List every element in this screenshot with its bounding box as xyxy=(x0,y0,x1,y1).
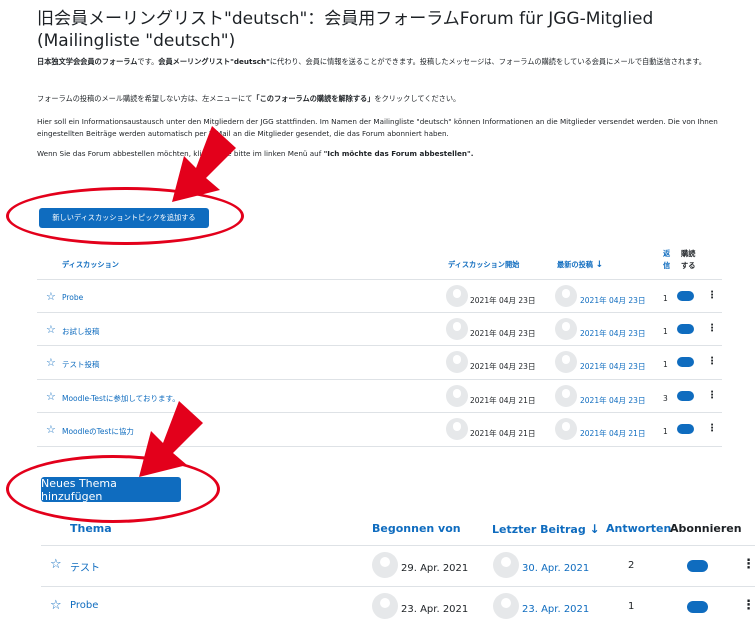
topic-title-link[interactable]: Probe xyxy=(70,600,98,611)
avatar[interactable] xyxy=(555,418,577,440)
reply-count: 1 xyxy=(663,294,668,303)
started-date: 29. Apr. 2021 xyxy=(401,563,469,574)
avatar[interactable] xyxy=(446,351,468,373)
reply-count: 1 xyxy=(663,360,668,369)
col-abonnieren: Abonnieren xyxy=(670,522,742,535)
menu-icon[interactable]: ⋮ xyxy=(742,598,755,613)
latest-post-link[interactable]: 2021年 04月 23日 xyxy=(580,295,645,306)
reply-count: 1 xyxy=(628,601,635,612)
col-latest[interactable]: 最新の投稿 ↓ xyxy=(557,260,603,270)
intro-text: フォーラムの投稿のメール購読を希望しない方は、左メニューにて xyxy=(37,94,253,103)
avatar[interactable] xyxy=(372,552,398,578)
reply-count: 1 xyxy=(663,427,668,436)
latest-post-link[interactable]: 23. Apr. 2021 xyxy=(522,604,589,615)
col-letzter-beitrag[interactable]: Letzter Beitrag ↓ xyxy=(492,522,600,536)
col-subscribe-line2: する xyxy=(681,261,696,270)
red-arrow-icon xyxy=(139,401,203,477)
intro-paragraph-1: 日本独文学会会員のフォーラムです。会員メーリングリスト"deutsch"に代わり… xyxy=(37,56,727,68)
col-begonnen[interactable]: Begonnen von xyxy=(372,522,461,535)
latest-post-link[interactable]: 2021年 04月 23日 xyxy=(580,328,645,339)
started-date: 2021年 04月 21日 xyxy=(470,429,536,438)
latest-post-link[interactable]: 2021年 04月 23日 xyxy=(580,361,645,372)
avatar[interactable] xyxy=(555,385,577,407)
col-replies[interactable]: 返 信 xyxy=(663,248,670,272)
intro-paragraph-4: Wenn Sie das Forum abbestellen möchten, … xyxy=(37,148,727,160)
started-date: 2021年 04月 21日 xyxy=(470,396,536,405)
avatar[interactable] xyxy=(446,418,468,440)
table-row: ☆ テスト 29. Apr. 2021 30. Apr. 2021 2 ⋮ xyxy=(41,545,755,586)
subscribe-toggle[interactable] xyxy=(687,560,708,572)
subscribe-toggle[interactable] xyxy=(677,391,694,401)
intro-paragraph-3: Hier soll ein Informationsaustausch unte… xyxy=(37,117,718,138)
page-title: 旧会員メーリングリスト"deutsch"：会員用フォーラムForum für J… xyxy=(37,9,654,51)
reply-count: 2 xyxy=(628,560,635,571)
menu-icon[interactable]: ⋮ xyxy=(707,290,717,301)
menu-icon[interactable]: ⋮ xyxy=(707,423,717,434)
star-icon[interactable]: ☆ xyxy=(46,390,56,403)
menu-icon[interactable]: ⋮ xyxy=(707,356,717,367)
topic-title-link[interactable]: テスト xyxy=(70,559,100,574)
intro-text: に代わり、会員に情報を送ることができます。投稿したメッセージは、フォーラムの購読… xyxy=(269,57,706,66)
star-icon[interactable]: ☆ xyxy=(46,356,56,369)
col-antworten[interactable]: Antworten xyxy=(606,522,671,535)
intro-text: です。 xyxy=(137,57,159,66)
subscribe-toggle[interactable] xyxy=(677,324,694,334)
reply-count: 1 xyxy=(663,327,668,336)
col-latest-label: 最新の投稿 xyxy=(557,260,593,269)
avatar[interactable] xyxy=(555,318,577,340)
table-row: ☆ テスト投稿 2021年 04月 23日 2021年 04月 23日 1 ⋮ xyxy=(37,345,722,379)
discussion-title-link[interactable]: Probe xyxy=(62,293,83,302)
col-started[interactable]: ディスカッション開始 xyxy=(448,260,519,270)
table-row: ☆ Probe 2021年 04月 23日 2021年 04月 23日 1 ⋮ xyxy=(37,279,722,313)
avatar[interactable] xyxy=(446,285,468,307)
col-replies-line1: 返 xyxy=(663,249,671,258)
star-icon[interactable]: ☆ xyxy=(46,323,56,336)
reply-count: 3 xyxy=(663,394,668,403)
star-icon[interactable]: ☆ xyxy=(46,423,56,436)
star-icon[interactable]: ☆ xyxy=(46,290,56,303)
avatar[interactable] xyxy=(493,593,519,619)
menu-icon[interactable]: ⋮ xyxy=(707,323,717,334)
col-letzter-label: Letzter Beitrag xyxy=(492,523,586,536)
avatar[interactable] xyxy=(372,593,398,619)
col-thema[interactable]: Thema xyxy=(70,522,112,535)
sort-down-icon: ↓ xyxy=(595,260,604,270)
intro-bold-abbestellen: "Ich möchte das Forum abbestellen". xyxy=(323,149,474,158)
subscribe-toggle[interactable] xyxy=(677,291,694,301)
started-date: 2021年 04月 23日 xyxy=(470,296,536,305)
menu-icon[interactable]: ⋮ xyxy=(707,390,717,401)
intro-bold-unsubscribe: 「このフォーラムの購読を解除する」 xyxy=(252,94,375,103)
intro-bold-forum: 日本独文学会会員のフォーラム xyxy=(37,57,138,66)
subscribe-toggle[interactable] xyxy=(677,424,694,434)
avatar[interactable] xyxy=(493,552,519,578)
discussion-title-link[interactable]: テスト投稿 xyxy=(62,359,100,370)
latest-post-link[interactable]: 2021年 04月 23日 xyxy=(580,395,645,406)
menu-icon[interactable]: ⋮ xyxy=(742,557,755,572)
intro-paragraph-2: フォーラムの投稿のメール購読を希望しない方は、左メニューにて「このフォーラムの購… xyxy=(37,93,727,105)
col-subscribe: 購読 する xyxy=(681,248,695,272)
avatar[interactable] xyxy=(446,318,468,340)
avatar[interactable] xyxy=(555,285,577,307)
col-subscribe-line1: 購読 xyxy=(681,249,696,258)
started-date: 2021年 04月 23日 xyxy=(470,362,536,371)
col-replies-line2: 信 xyxy=(663,261,671,270)
col-discussion[interactable]: ディスカッション xyxy=(62,260,119,270)
avatar[interactable] xyxy=(446,385,468,407)
intro-bold-mailinglist: 会員メーリングリスト"deutsch" xyxy=(158,57,270,66)
latest-post-link[interactable]: 30. Apr. 2021 xyxy=(522,563,589,574)
red-arrow-icon xyxy=(172,126,236,202)
avatar[interactable] xyxy=(555,351,577,373)
intro-text: をクリックしてください。 xyxy=(374,94,461,103)
table-row: ☆ お試し投稿 2021年 04月 23日 2021年 04月 23日 1 ⋮ xyxy=(37,312,722,346)
latest-post-link[interactable]: 2021年 04月 21日 xyxy=(580,428,645,439)
table-row: ☆ Probe 23. Apr. 2021 23. Apr. 2021 1 ⋮ xyxy=(41,586,755,627)
discussion-title-link[interactable]: お試し投稿 xyxy=(62,326,100,337)
started-date: 23. Apr. 2021 xyxy=(401,604,469,615)
subscribe-toggle[interactable] xyxy=(687,601,708,613)
sort-down-icon: ↓ xyxy=(589,522,600,536)
star-icon[interactable]: ☆ xyxy=(50,598,62,613)
started-date: 2021年 04月 23日 xyxy=(470,329,536,338)
star-icon[interactable]: ☆ xyxy=(50,557,62,572)
subscribe-toggle[interactable] xyxy=(677,357,694,367)
